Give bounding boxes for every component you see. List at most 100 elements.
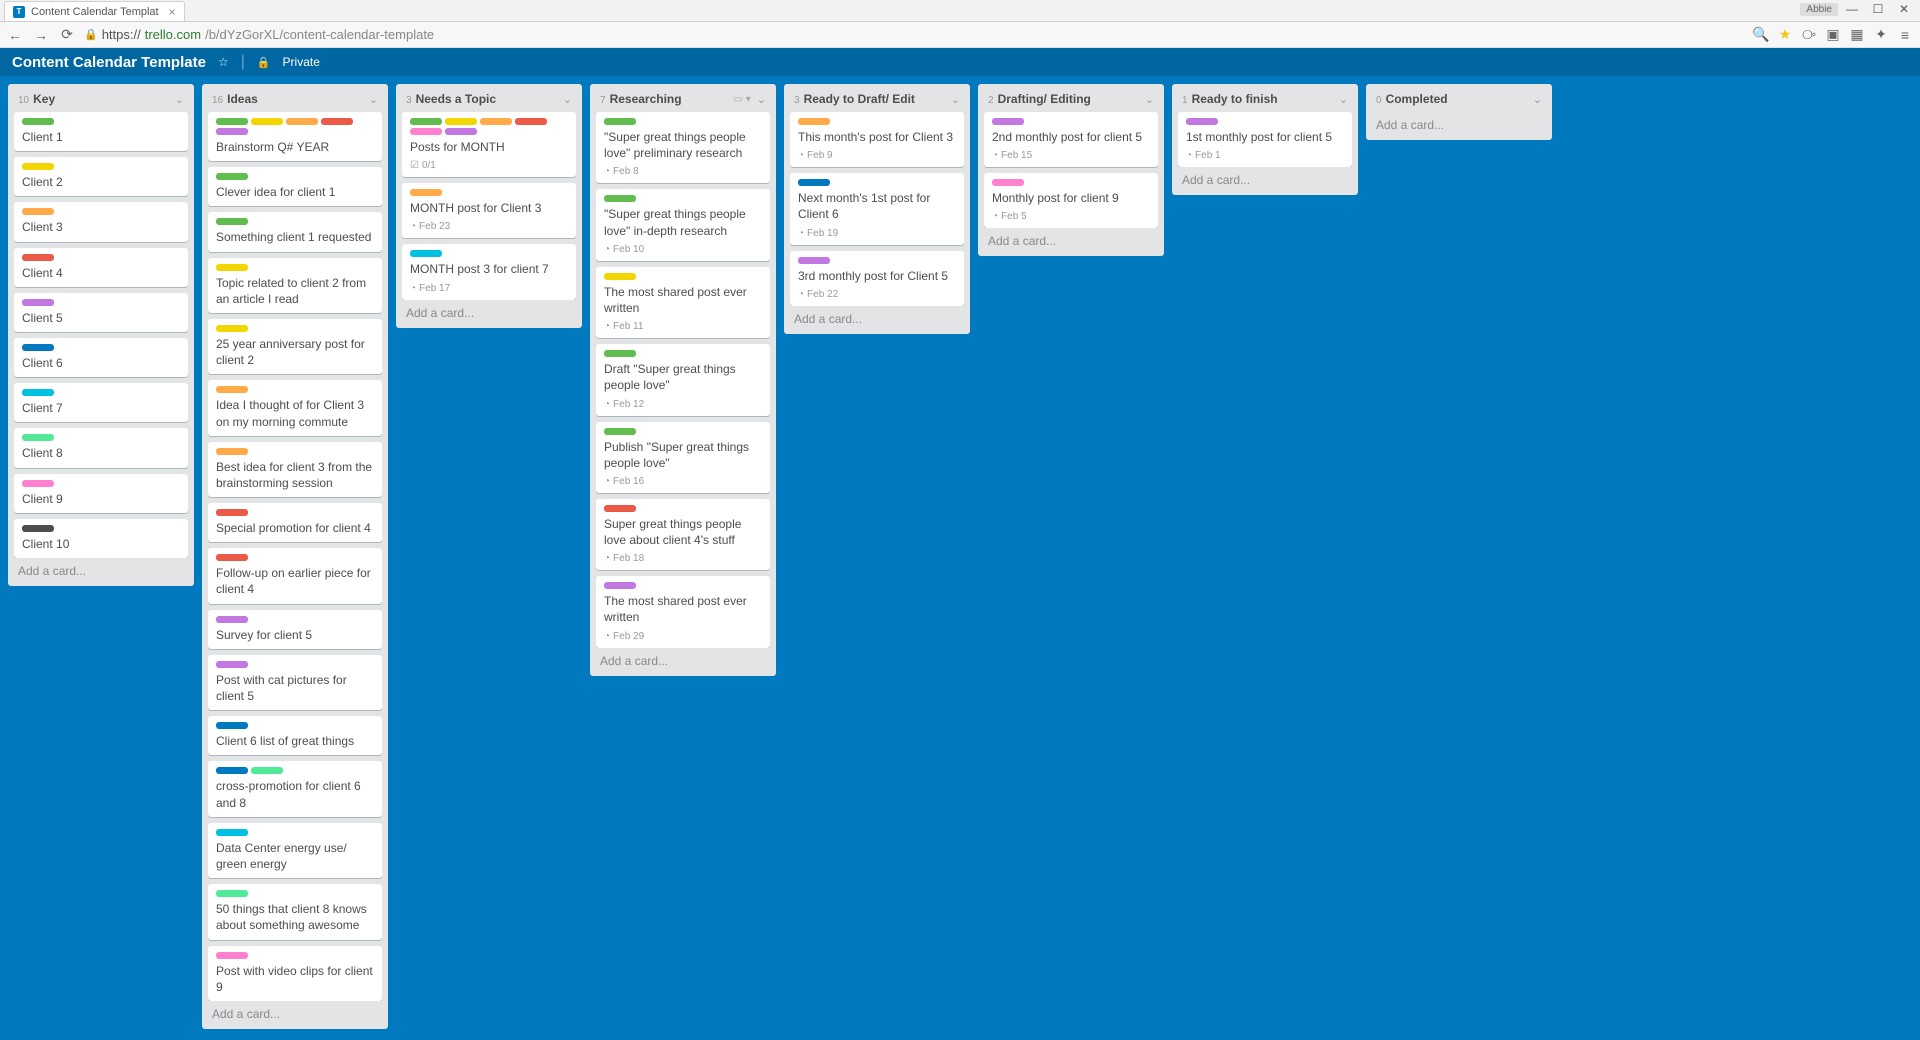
card[interactable]: The most shared post ever written◔Feb 29	[596, 576, 770, 647]
add-card-button[interactable]: Add a card...	[14, 558, 188, 578]
badge-text: Feb 19	[807, 228, 838, 239]
window-minimize-icon[interactable]: —	[1840, 0, 1864, 18]
list-header[interactable]: 7Researching▭ ▾⌄	[596, 90, 770, 112]
add-card-button[interactable]: Add a card...	[402, 300, 576, 320]
list-menu-icon[interactable]: ⌄	[1533, 93, 1542, 106]
list-menu-icon[interactable]: ⌄	[951, 93, 960, 106]
card[interactable]: Data Center energy use/ green energy	[208, 823, 382, 878]
reload-icon[interactable]: ⟳	[58, 26, 76, 44]
card[interactable]: 25 year anniversary post for client 2	[208, 319, 382, 374]
evernote-icon[interactable]: ✦	[1872, 26, 1890, 44]
list-header[interactable]: 1Ready to finish⌄	[1178, 90, 1352, 112]
label-sky	[410, 250, 442, 257]
card[interactable]: Client 4	[14, 248, 188, 287]
card[interactable]: Post with cat pictures for client 5	[208, 655, 382, 710]
add-card-button[interactable]: Add a card...	[1178, 167, 1352, 187]
card[interactable]: Idea I thought of for Client 3 on my mor…	[208, 380, 382, 435]
card[interactable]: Client 3	[14, 202, 188, 241]
pocket-icon[interactable]: ⧂	[1800, 26, 1818, 44]
close-tab-icon[interactable]: ×	[169, 5, 176, 19]
zoom-icon[interactable]: 🔍	[1752, 26, 1770, 44]
card[interactable]: Client 2	[14, 157, 188, 196]
card[interactable]: 50 things that client 8 knows about some…	[208, 884, 382, 939]
card[interactable]: Super great things people love about cli…	[596, 499, 770, 570]
card[interactable]: Client 7	[14, 383, 188, 422]
card[interactable]: Topic related to client 2 from an articl…	[208, 258, 382, 313]
card[interactable]: Monthly post for client 9◔Feb 5	[984, 173, 1158, 228]
forward-icon[interactable]: →	[32, 26, 50, 44]
list-menu-icon[interactable]: ⌄	[757, 93, 766, 106]
card[interactable]: Follow-up on earlier piece for client 4	[208, 548, 382, 603]
card[interactable]: Posts for MONTH☑0/1	[402, 112, 576, 177]
label-sky	[22, 389, 54, 396]
card[interactable]: "Super great things people love" in-dept…	[596, 189, 770, 260]
card[interactable]: MONTH post 3 for client 7◔Feb 17	[402, 244, 576, 299]
card[interactable]: The most shared post ever written◔Feb 11	[596, 267, 770, 338]
card[interactable]: Publish "Super great things people love"…	[596, 422, 770, 493]
list-header[interactable]: 10Key⌄	[14, 90, 188, 112]
card[interactable]: Client 9	[14, 474, 188, 513]
list-menu-icon[interactable]: ⌄	[1339, 93, 1348, 106]
url-display[interactable]: 🔒 https://trello.com/b/dYzGorXL/content-…	[84, 27, 1744, 42]
browser-tab[interactable]: T Content Calendar Templat ×	[4, 1, 185, 21]
add-card-button[interactable]: Add a card...	[596, 648, 770, 668]
card-title: The most shared post ever written	[604, 284, 762, 316]
card[interactable]: Post with video clips for client 9	[208, 946, 382, 1001]
card-title: Client 3	[22, 219, 180, 235]
card[interactable]: Client 6 list of great things	[208, 716, 382, 755]
card[interactable]: Survey for client 5	[208, 610, 382, 649]
list-extras-icon[interactable]: ▭ ▾	[734, 94, 751, 105]
board-title[interactable]: Content Calendar Template	[12, 54, 206, 71]
chrome-menu-icon[interactable]: ≡	[1896, 26, 1914, 44]
list-menu-icon[interactable]: ⌄	[1145, 93, 1154, 106]
card[interactable]: MONTH post for Client 3◔Feb 23	[402, 183, 576, 238]
card[interactable]: Something client 1 requested	[208, 212, 382, 251]
card[interactable]: Client 1	[14, 112, 188, 151]
card[interactable]: Best idea for client 3 from the brainsto…	[208, 442, 382, 497]
card[interactable]: Special promotion for client 4	[208, 503, 382, 542]
card[interactable]: Client 6	[14, 338, 188, 377]
list-header[interactable]: 3Ready to Draft/ Edit⌄	[790, 90, 964, 112]
window-close-icon[interactable]: ✕	[1892, 0, 1916, 18]
list-header[interactable]: 2Drafting/ Editing⌄	[984, 90, 1158, 112]
bookmark-star-icon[interactable]: ★	[1776, 26, 1794, 44]
add-card-button[interactable]: Add a card...	[208, 1001, 382, 1021]
card[interactable]: cross-promotion for client 6 and 8	[208, 761, 382, 816]
add-card-button[interactable]: Add a card...	[790, 306, 964, 326]
card[interactable]: Client 10	[14, 519, 188, 558]
card[interactable]: This month's post for Client 3◔Feb 9	[790, 112, 964, 167]
card[interactable]: Draft "Super great things people love"◔F…	[596, 344, 770, 415]
board-star-icon[interactable]: ☆	[218, 55, 229, 69]
list-cards: 1st monthly post for client 5◔Feb 1	[1178, 112, 1352, 167]
label-red	[604, 505, 636, 512]
card[interactable]: Client 8	[14, 428, 188, 467]
label-red	[515, 118, 547, 125]
back-icon[interactable]: ←	[6, 26, 24, 44]
card[interactable]: Next month's 1st post for Client 6◔Feb 1…	[790, 173, 964, 244]
add-card-button[interactable]: Add a card...	[1372, 112, 1546, 132]
card-labels	[22, 118, 180, 125]
card[interactable]: "Super great things people love" prelimi…	[596, 112, 770, 183]
card[interactable]: 1st monthly post for client 5◔Feb 1	[1178, 112, 1352, 167]
card[interactable]: Client 5	[14, 293, 188, 332]
card[interactable]: 2nd monthly post for client 5◔Feb 15	[984, 112, 1158, 167]
card[interactable]: Clever idea for client 1	[208, 167, 382, 206]
add-card-button[interactable]: Add a card...	[984, 228, 1158, 248]
list-header[interactable]: 3Needs a Topic⌄	[402, 90, 576, 112]
card[interactable]: 3rd monthly post for Client 5◔Feb 22	[790, 251, 964, 306]
list-header[interactable]: 0Completed⌄	[1372, 90, 1546, 112]
extension-icon-1[interactable]: ▣	[1824, 26, 1842, 44]
list-name: Ready to finish	[1192, 92, 1278, 106]
list-menu-icon[interactable]: ⌄	[175, 93, 184, 106]
badge-text: Feb 5	[1001, 211, 1027, 222]
list-menu-icon[interactable]: ⌄	[369, 93, 378, 106]
chrome-user-badge[interactable]: Abbie	[1800, 3, 1838, 16]
privacy-label[interactable]: Private	[283, 55, 320, 69]
extension-icon-2[interactable]: ▦	[1848, 26, 1866, 44]
list-menu-icon[interactable]: ⌄	[563, 93, 572, 106]
card-labels	[992, 179, 1150, 186]
window-maximize-icon[interactable]: ☐	[1866, 0, 1890, 18]
board-canvas[interactable]: 10Key⌄Client 1 Client 2 Client 3 Client 4 Cl…	[0, 76, 1920, 1040]
card[interactable]: Brainstorm Q# YEAR	[208, 112, 382, 161]
list-header[interactable]: 16Ideas⌄	[208, 90, 382, 112]
